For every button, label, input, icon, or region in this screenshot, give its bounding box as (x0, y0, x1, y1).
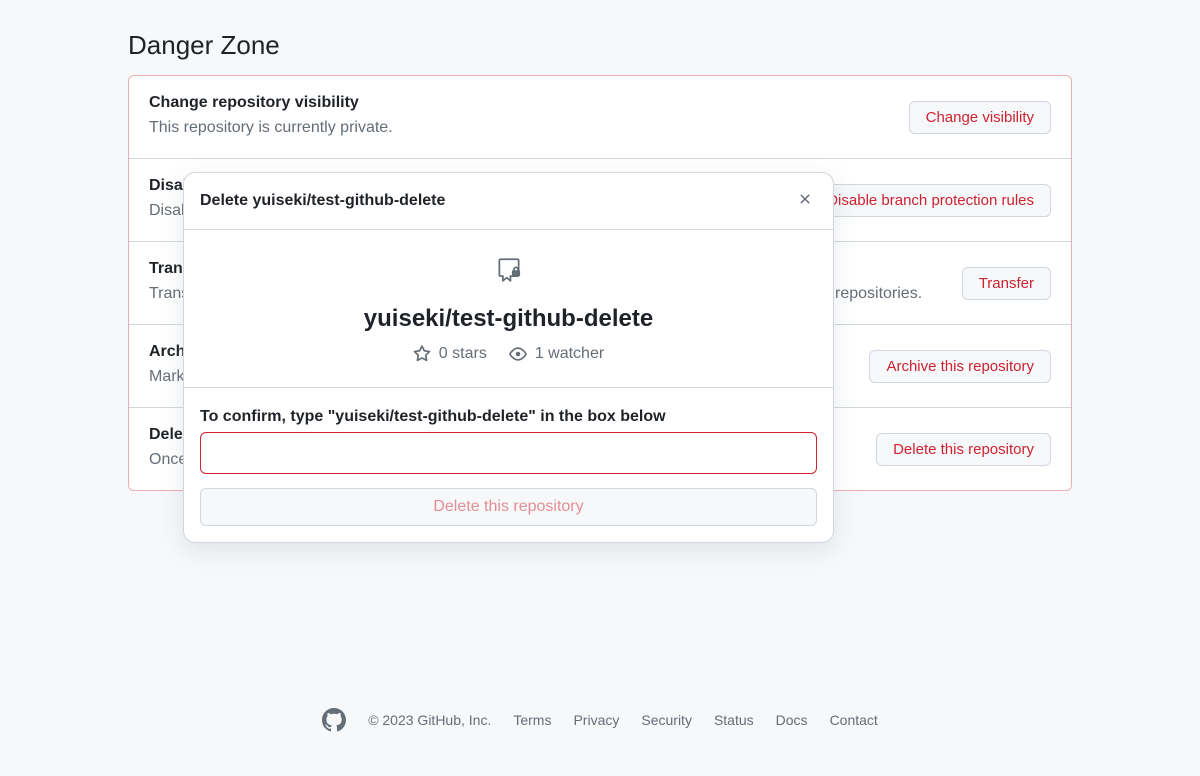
repo-stats: 0 stars 1 watcher (200, 345, 817, 363)
watchers-stat: 1 watcher (509, 345, 604, 363)
dz-item-visibility: Change repository visibility This reposi… (129, 76, 1071, 158)
dz-title: Change repository visibility (149, 94, 889, 112)
confirm-delete-button[interactable]: Delete this repository (200, 488, 817, 526)
footer-link-docs[interactable]: Docs (776, 712, 808, 728)
delete-repository-button[interactable]: Delete this repository (876, 433, 1051, 466)
footer-link-status[interactable]: Status (714, 712, 754, 728)
confirm-instruction: To confirm, type "yuiseki/test-github-de… (200, 408, 817, 426)
site-footer: © 2023 GitHub, Inc. Terms Privacy Securi… (0, 708, 1200, 732)
danger-zone-heading: Danger Zone (128, 30, 1072, 61)
modal-body: yuiseki/test-github-delete 0 stars 1 wat… (184, 230, 833, 388)
close-icon (797, 191, 813, 207)
star-icon (413, 345, 431, 363)
dz-desc: This repository is currently private. (149, 116, 889, 140)
archive-repository-button[interactable]: Archive this repository (869, 350, 1051, 383)
modal-repo-name: yuiseki/test-github-delete (200, 305, 817, 333)
repo-lock-icon (495, 256, 523, 289)
modal-header: Delete yuiseki/test-github-delete (184, 173, 833, 230)
close-button[interactable] (793, 187, 817, 215)
footer-link-terms[interactable]: Terms (513, 712, 551, 728)
github-logo-icon (322, 708, 346, 732)
modal-confirm-section: To confirm, type "yuiseki/test-github-de… (184, 388, 833, 542)
footer-copyright: © 2023 GitHub, Inc. (368, 712, 491, 728)
transfer-button[interactable]: Transfer (962, 267, 1051, 300)
footer-link-security[interactable]: Security (641, 712, 692, 728)
eye-icon (509, 345, 527, 363)
disable-branch-protection-button[interactable]: Disable branch protection rules (810, 184, 1051, 217)
confirm-input[interactable] (200, 432, 817, 474)
stars-stat: 0 stars (413, 345, 487, 363)
footer-link-contact[interactable]: Contact (830, 712, 878, 728)
change-visibility-button[interactable]: Change visibility (909, 101, 1051, 134)
watchers-label: 1 watcher (535, 345, 604, 363)
delete-repo-modal: Delete yuiseki/test-github-delete yuisek… (183, 172, 834, 543)
footer-link-privacy[interactable]: Privacy (573, 712, 619, 728)
stars-label: 0 stars (439, 345, 487, 363)
modal-title: Delete yuiseki/test-github-delete (200, 192, 445, 210)
